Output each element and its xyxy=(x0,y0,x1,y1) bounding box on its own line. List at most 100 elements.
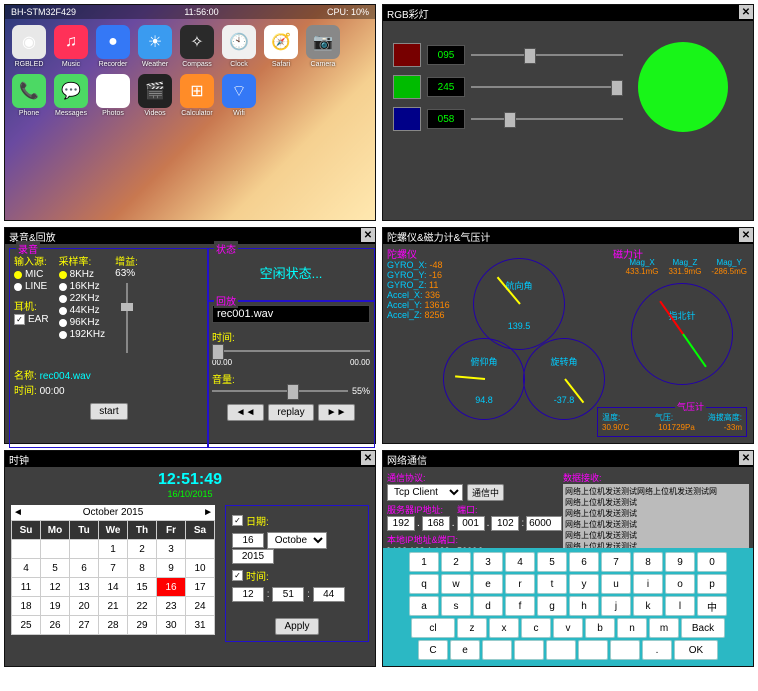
next-button[interactable]: ►► xyxy=(318,404,356,421)
radio-rate[interactable]: 8KHz xyxy=(59,269,106,280)
key-cl[interactable]: cl xyxy=(411,618,455,638)
key-a[interactable]: a xyxy=(409,596,439,616)
key-0[interactable]: 0 xyxy=(697,552,727,572)
key-space[interactable] xyxy=(610,640,640,660)
key-e[interactable]: e xyxy=(450,640,480,660)
key-n[interactable]: n xyxy=(617,618,647,638)
app-camera[interactable]: 📷Camera xyxy=(305,25,341,68)
app-music[interactable]: ♫Music xyxy=(53,25,89,68)
cal-day[interactable]: 6 xyxy=(70,559,99,578)
cal-day[interactable]: 5 xyxy=(41,559,70,578)
cal-day[interactable]: 17 xyxy=(186,578,215,597)
cal-day[interactable] xyxy=(12,540,41,559)
key-m[interactable]: m xyxy=(649,618,679,638)
progress-slider[interactable] xyxy=(212,350,370,352)
cal-day[interactable]: 3 xyxy=(157,540,186,559)
key-h[interactable]: h xyxy=(569,596,599,616)
app-photos[interactable]: ❀Photos xyxy=(95,74,131,117)
key-g[interactable]: g xyxy=(537,596,567,616)
key-e[interactable]: e xyxy=(473,574,503,594)
app-compass[interactable]: ✧Compass xyxy=(179,25,215,68)
key-space[interactable] xyxy=(578,640,608,660)
close-icon[interactable]: ✕ xyxy=(361,451,375,465)
port-input[interactable] xyxy=(526,516,562,531)
key-s[interactable]: s xyxy=(441,596,471,616)
cal-day[interactable]: 30 xyxy=(157,616,186,635)
app-safari[interactable]: 🧭Safari xyxy=(263,25,299,68)
close-icon[interactable]: ✕ xyxy=(739,5,753,19)
key-space[interactable] xyxy=(482,640,512,660)
hour-input[interactable] xyxy=(232,587,264,602)
close-icon[interactable]: ✕ xyxy=(361,228,375,242)
gain-slider[interactable] xyxy=(126,283,128,353)
key-f[interactable]: f xyxy=(505,596,535,616)
year-input[interactable] xyxy=(232,549,274,564)
cal-day[interactable]: 2 xyxy=(128,540,157,559)
cal-day[interactable]: 19 xyxy=(41,597,70,616)
key-r[interactable]: r xyxy=(505,574,535,594)
app-calculator[interactable]: ⊞Calculator xyxy=(179,74,215,117)
app-wifi[interactable]: ⌔Wifi xyxy=(221,74,257,117)
check-ear[interactable]: EAR xyxy=(14,314,49,325)
radio-rate[interactable]: 16KHz xyxy=(59,281,106,292)
cal-day[interactable]: 27 xyxy=(70,616,99,635)
cal-day[interactable]: 28 xyxy=(99,616,128,635)
key-.[interactable]: . xyxy=(642,640,672,660)
key-p[interactable]: p xyxy=(697,574,727,594)
key-b[interactable]: b xyxy=(585,618,615,638)
key-4[interactable]: 4 xyxy=(505,552,535,572)
cal-day[interactable]: 25 xyxy=(12,616,41,635)
radio-mic[interactable]: MIC xyxy=(14,269,49,280)
key-OK[interactable]: OK xyxy=(674,640,718,660)
key-3[interactable]: 3 xyxy=(473,552,503,572)
cal-day[interactable]: 4 xyxy=(12,559,41,578)
ip-octet[interactable] xyxy=(387,516,415,531)
key-6[interactable]: 6 xyxy=(569,552,599,572)
cal-day[interactable]: 7 xyxy=(99,559,128,578)
key-2[interactable]: 2 xyxy=(441,552,471,572)
key-9[interactable]: 9 xyxy=(665,552,695,572)
radio-rate[interactable]: 192KHz xyxy=(59,329,106,340)
calendar[interactable]: SuMoTuWeThFrSa12345678910111213141516171… xyxy=(11,520,215,635)
key-l[interactable]: l xyxy=(665,596,695,616)
protocol-select[interactable]: Tcp Client xyxy=(387,484,463,501)
app-clock[interactable]: 🕙Clock xyxy=(221,25,257,68)
app-weather[interactable]: ☀Weather xyxy=(137,25,173,68)
radio-rate[interactable]: 22KHz xyxy=(59,293,106,304)
connect-button[interactable]: 通信中 xyxy=(467,484,504,501)
cal-day[interactable]: 10 xyxy=(186,559,215,578)
key-space[interactable] xyxy=(546,640,576,660)
key-中[interactable]: 中 xyxy=(697,596,727,616)
cal-day[interactable]: 12 xyxy=(41,578,70,597)
cal-day[interactable]: 31 xyxy=(186,616,215,635)
cal-day[interactable]: 11 xyxy=(12,578,41,597)
ip-octet[interactable] xyxy=(457,516,485,531)
radio-rate[interactable]: 96KHz xyxy=(59,317,106,328)
key-t[interactable]: t xyxy=(537,574,567,594)
app-phone[interactable]: 📞Phone xyxy=(11,74,47,117)
key-d[interactable]: d xyxy=(473,596,503,616)
slider-blue[interactable] xyxy=(471,118,623,120)
app-recorder[interactable]: ●Recorder xyxy=(95,25,131,68)
cal-day[interactable]: 29 xyxy=(128,616,157,635)
key-5[interactable]: 5 xyxy=(537,552,567,572)
key-8[interactable]: 8 xyxy=(633,552,663,572)
key-c[interactable]: c xyxy=(521,618,551,638)
next-month[interactable]: ► xyxy=(203,507,213,518)
key-w[interactable]: w xyxy=(441,574,471,594)
close-icon[interactable]: ✕ xyxy=(739,451,753,465)
cal-day[interactable]: 18 xyxy=(12,597,41,616)
prev-button[interactable]: ◄◄ xyxy=(227,404,265,421)
key-space[interactable] xyxy=(514,640,544,660)
app-rgbled[interactable]: ◉RGBLED xyxy=(11,25,47,68)
cal-day[interactable]: 22 xyxy=(128,597,157,616)
key-o[interactable]: o xyxy=(665,574,695,594)
cal-day[interactable] xyxy=(70,540,99,559)
min-input[interactable] xyxy=(272,587,304,602)
slider-red[interactable] xyxy=(471,54,623,56)
close-icon[interactable]: ✕ xyxy=(739,228,753,242)
volume-slider[interactable] xyxy=(212,390,348,392)
cal-day[interactable]: 14 xyxy=(99,578,128,597)
cal-day[interactable]: 9 xyxy=(157,559,186,578)
start-button[interactable]: start xyxy=(90,403,127,420)
